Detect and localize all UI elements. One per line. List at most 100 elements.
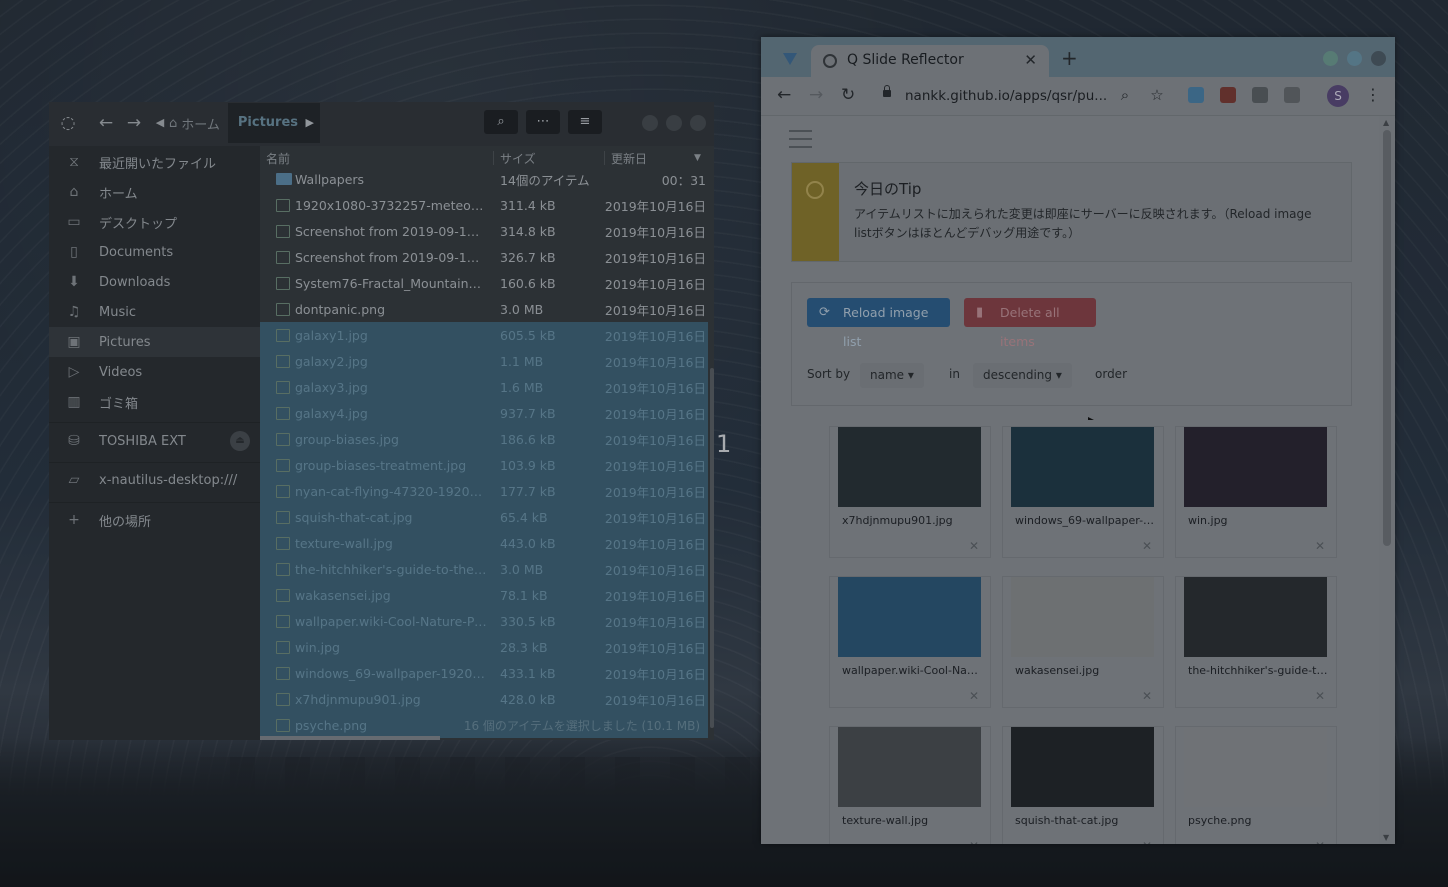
minimize-button[interactable] [642, 115, 658, 131]
extension-4-icon[interactable] [1284, 87, 1300, 103]
file-row[interactable]: galaxy4.jpg 937.7 kB 2019年10月16日 [260, 400, 708, 426]
file-row[interactable]: squish-that-cat.jpg 65.4 kB 2019年10月16日 [260, 504, 708, 530]
forward-arrow-icon[interactable]: → [123, 113, 145, 133]
remove-item-icon[interactable]: ✕ [1315, 689, 1325, 703]
scrollbar-thumb[interactable] [1383, 130, 1391, 546]
menu-button[interactable]: ≡ [568, 110, 602, 134]
file-row[interactable]: System76-Fractal_Mountains-by_Kate_Hazen… [260, 270, 708, 296]
file-row[interactable]: texture-wall.jpg 443.0 kB 2019年10月16日 [260, 530, 708, 556]
extension-3-icon[interactable] [1252, 87, 1268, 103]
image-card[interactable]: wakasensei.jpg ✕ [1002, 576, 1164, 708]
image-card[interactable]: windows_69-wallpaper-1920x1080.jpg ✕ [1002, 426, 1164, 558]
file-row[interactable]: wakasensei.jpg 78.1 kB 2019年10月16日 [260, 582, 708, 608]
sidebar-item-videos[interactable]: ▷ Videos [49, 357, 260, 387]
sidebar-item-pictures[interactable]: ▣ Pictures [49, 327, 260, 357]
new-tab-button[interactable]: + [1061, 46, 1078, 70]
maximize-button[interactable] [666, 115, 682, 131]
bookmark-star-icon[interactable]: ☆ [1148, 86, 1166, 104]
file-row[interactable]: group-biases-treatment.jpg 103.9 kB 2019年1… [260, 452, 708, 478]
back-arrow-icon[interactable]: ← [95, 113, 117, 133]
close-button[interactable] [690, 115, 706, 131]
sidebar-item-home[interactable]: ⌂ ホーム [49, 177, 260, 207]
image-card[interactable]: texture-wall.jpg ✕ [829, 726, 991, 844]
image-card[interactable]: wallpaper.wiki-Cool-Nature-Pictures-HD.j… [829, 576, 991, 708]
maximize-button[interactable] [1347, 51, 1362, 66]
file-row[interactable]: Screenshot from 2019-09-12 1... 314.8 kB 2… [260, 218, 708, 244]
image-card[interactable]: psyche.png ✕ [1175, 726, 1337, 844]
sidebar-item-desktop[interactable]: ▭ デスクトップ [49, 207, 260, 237]
file-row[interactable]: galaxy1.jpg 605.5 kB 2019年10月16日 [260, 322, 708, 348]
image-card[interactable]: squish-that-cat.jpg ✕ [1002, 726, 1164, 844]
browser-scrollbar[interactable]: ▲ ▼ [1379, 116, 1395, 844]
file-row[interactable]: windows_69-wallpaper-1920x1080.jpg 433.1 … [260, 660, 708, 686]
file-row[interactable]: galaxy3.jpg 1.6 MB 2019年10月16日 [260, 374, 708, 400]
vertical-scrollbar[interactable] [710, 368, 714, 728]
sidebar-item-downloads[interactable]: ⬇ Downloads [49, 267, 260, 297]
file-row[interactable]: the-hitchhiker's-guide-to-the-galaxy.jpg… [260, 556, 708, 582]
hamburger-menu-icon[interactable] [789, 130, 812, 154]
sort-direction-dropdown[interactable]: descending ▾ [973, 363, 1072, 388]
sidebar-item-network[interactable]: ▱ x-nautilus-desktop:/// [49, 465, 260, 495]
file-row[interactable]: nyan-cat-flying-47320-1920x1080.jpg 177.7… [260, 478, 708, 504]
remove-item-icon[interactable]: ✕ [1142, 839, 1152, 844]
breadcrumb-home[interactable]: ⌂ ホーム [169, 114, 220, 133]
kebab-menu-icon[interactable]: ⋮ [1365, 85, 1381, 104]
horizontal-scrollbar[interactable] [260, 736, 440, 740]
remove-item-icon[interactable]: ✕ [1142, 539, 1152, 553]
file-row[interactable]: win.jpg 28.3 kB 2019年10月16日 [260, 634, 708, 660]
delete-all-items-button[interactable]: ▮ Delete all items [964, 298, 1096, 349]
caret-down-icon: ▾ [907, 368, 914, 382]
zoom-icon[interactable]: ⌕ [1116, 86, 1134, 104]
file-name: System76-Fractal_Mountains-by_Kate_Hazen… [295, 275, 487, 291]
file-row[interactable]: group-biases.jpg 186.6 kB 2019年10月16日 [260, 426, 708, 452]
remove-item-icon[interactable]: ✕ [969, 539, 979, 553]
scroll-down-icon[interactable]: ▼ [1383, 833, 1389, 842]
remove-item-icon[interactable]: ✕ [969, 839, 979, 844]
extension-logo-icon[interactable] [783, 53, 797, 65]
back-arrow-icon[interactable]: ← [777, 85, 791, 105]
sort-field-dropdown[interactable]: name ▾ [860, 363, 924, 388]
sidebar-item-other-locations[interactable]: + 他の場所 [49, 505, 260, 535]
sort-down-icon[interactable]: ▼ [694, 153, 701, 163]
remove-item-icon[interactable]: ✕ [1315, 539, 1325, 553]
column-modified-header[interactable]: 更新日 [611, 150, 647, 167]
remove-item-icon[interactable]: ✕ [969, 689, 979, 703]
remove-item-icon[interactable]: ✕ [1142, 689, 1152, 703]
path-left-icon[interactable]: ◀ [149, 113, 171, 133]
image-card[interactable]: x7hdjnmupu901.jpg ✕ [829, 426, 991, 558]
sidebar-item-recent[interactable]: ⧖ 最近開いたファイル [49, 147, 260, 177]
file-row[interactable]: Screenshot from 2019-09-12 1... 326.7 kB 2… [260, 244, 708, 270]
sidebar-item-music[interactable]: ♫ Music [49, 297, 260, 327]
column-name-header[interactable]: 名前 [266, 150, 290, 167]
image-card[interactable]: win.jpg ✕ [1175, 426, 1337, 558]
profile-avatar[interactable]: S [1327, 85, 1349, 107]
forward-arrow-icon[interactable]: → [809, 85, 823, 105]
image-file-icon [276, 510, 290, 524]
sidebar-item-documents[interactable]: ▯ Documents [49, 237, 260, 267]
sidebar-item-device[interactable]: ⛁ TOSHIBA EXT ⏏ [49, 426, 260, 456]
file-row[interactable]: Wallpapers 14個のアイテム 00：31 [260, 166, 708, 192]
search-button[interactable]: ⌕ [484, 110, 518, 134]
scroll-up-icon[interactable]: ▲ [1383, 118, 1389, 127]
file-row[interactable]: galaxy2.jpg 1.1 MB 2019年10月16日 [260, 348, 708, 374]
extension-1-icon[interactable] [1188, 87, 1204, 103]
image-card[interactable]: the-hitchhiker's-guide-to-the-galaxy.jpg… [1175, 576, 1337, 708]
file-row[interactable]: x7hdjnmupu901.jpg 428.0 kB 2019年10月16日 [260, 686, 708, 712]
column-size-header[interactable]: サイズ [500, 150, 536, 167]
minimize-button[interactable] [1323, 51, 1338, 66]
grid-view-button[interactable]: ⋯ [526, 110, 560, 134]
extension-shield-icon[interactable] [1220, 87, 1236, 103]
sidebar-item-trash[interactable]: ▥ ゴミ箱 [49, 387, 260, 417]
remove-item-icon[interactable]: ✕ [1315, 839, 1325, 844]
breadcrumb-current[interactable]: Pictures ▶ [227, 103, 321, 143]
file-row[interactable]: dontpanic.png 3.0 MB 2019年10月16日 [260, 296, 708, 322]
file-row[interactable]: wallpaper.wiki-Cool-Nature-Pictures-HD.j… [260, 608, 708, 634]
close-button[interactable] [1371, 51, 1386, 66]
file-row[interactable]: 1920x1080-3732257-meteor-shower-night-sk… [260, 192, 708, 218]
reload-image-list-button[interactable]: ⟳ Reload image list [807, 298, 950, 349]
tab-q-slide-reflector[interactable]: Q Slide Reflector ✕ [811, 45, 1049, 77]
reload-icon[interactable]: ↻ [841, 85, 855, 105]
eject-icon[interactable]: ⏏ [230, 431, 250, 451]
app-menu-icon[interactable]: ◌ [57, 113, 79, 133]
close-tab-icon[interactable]: ✕ [1024, 51, 1037, 69]
